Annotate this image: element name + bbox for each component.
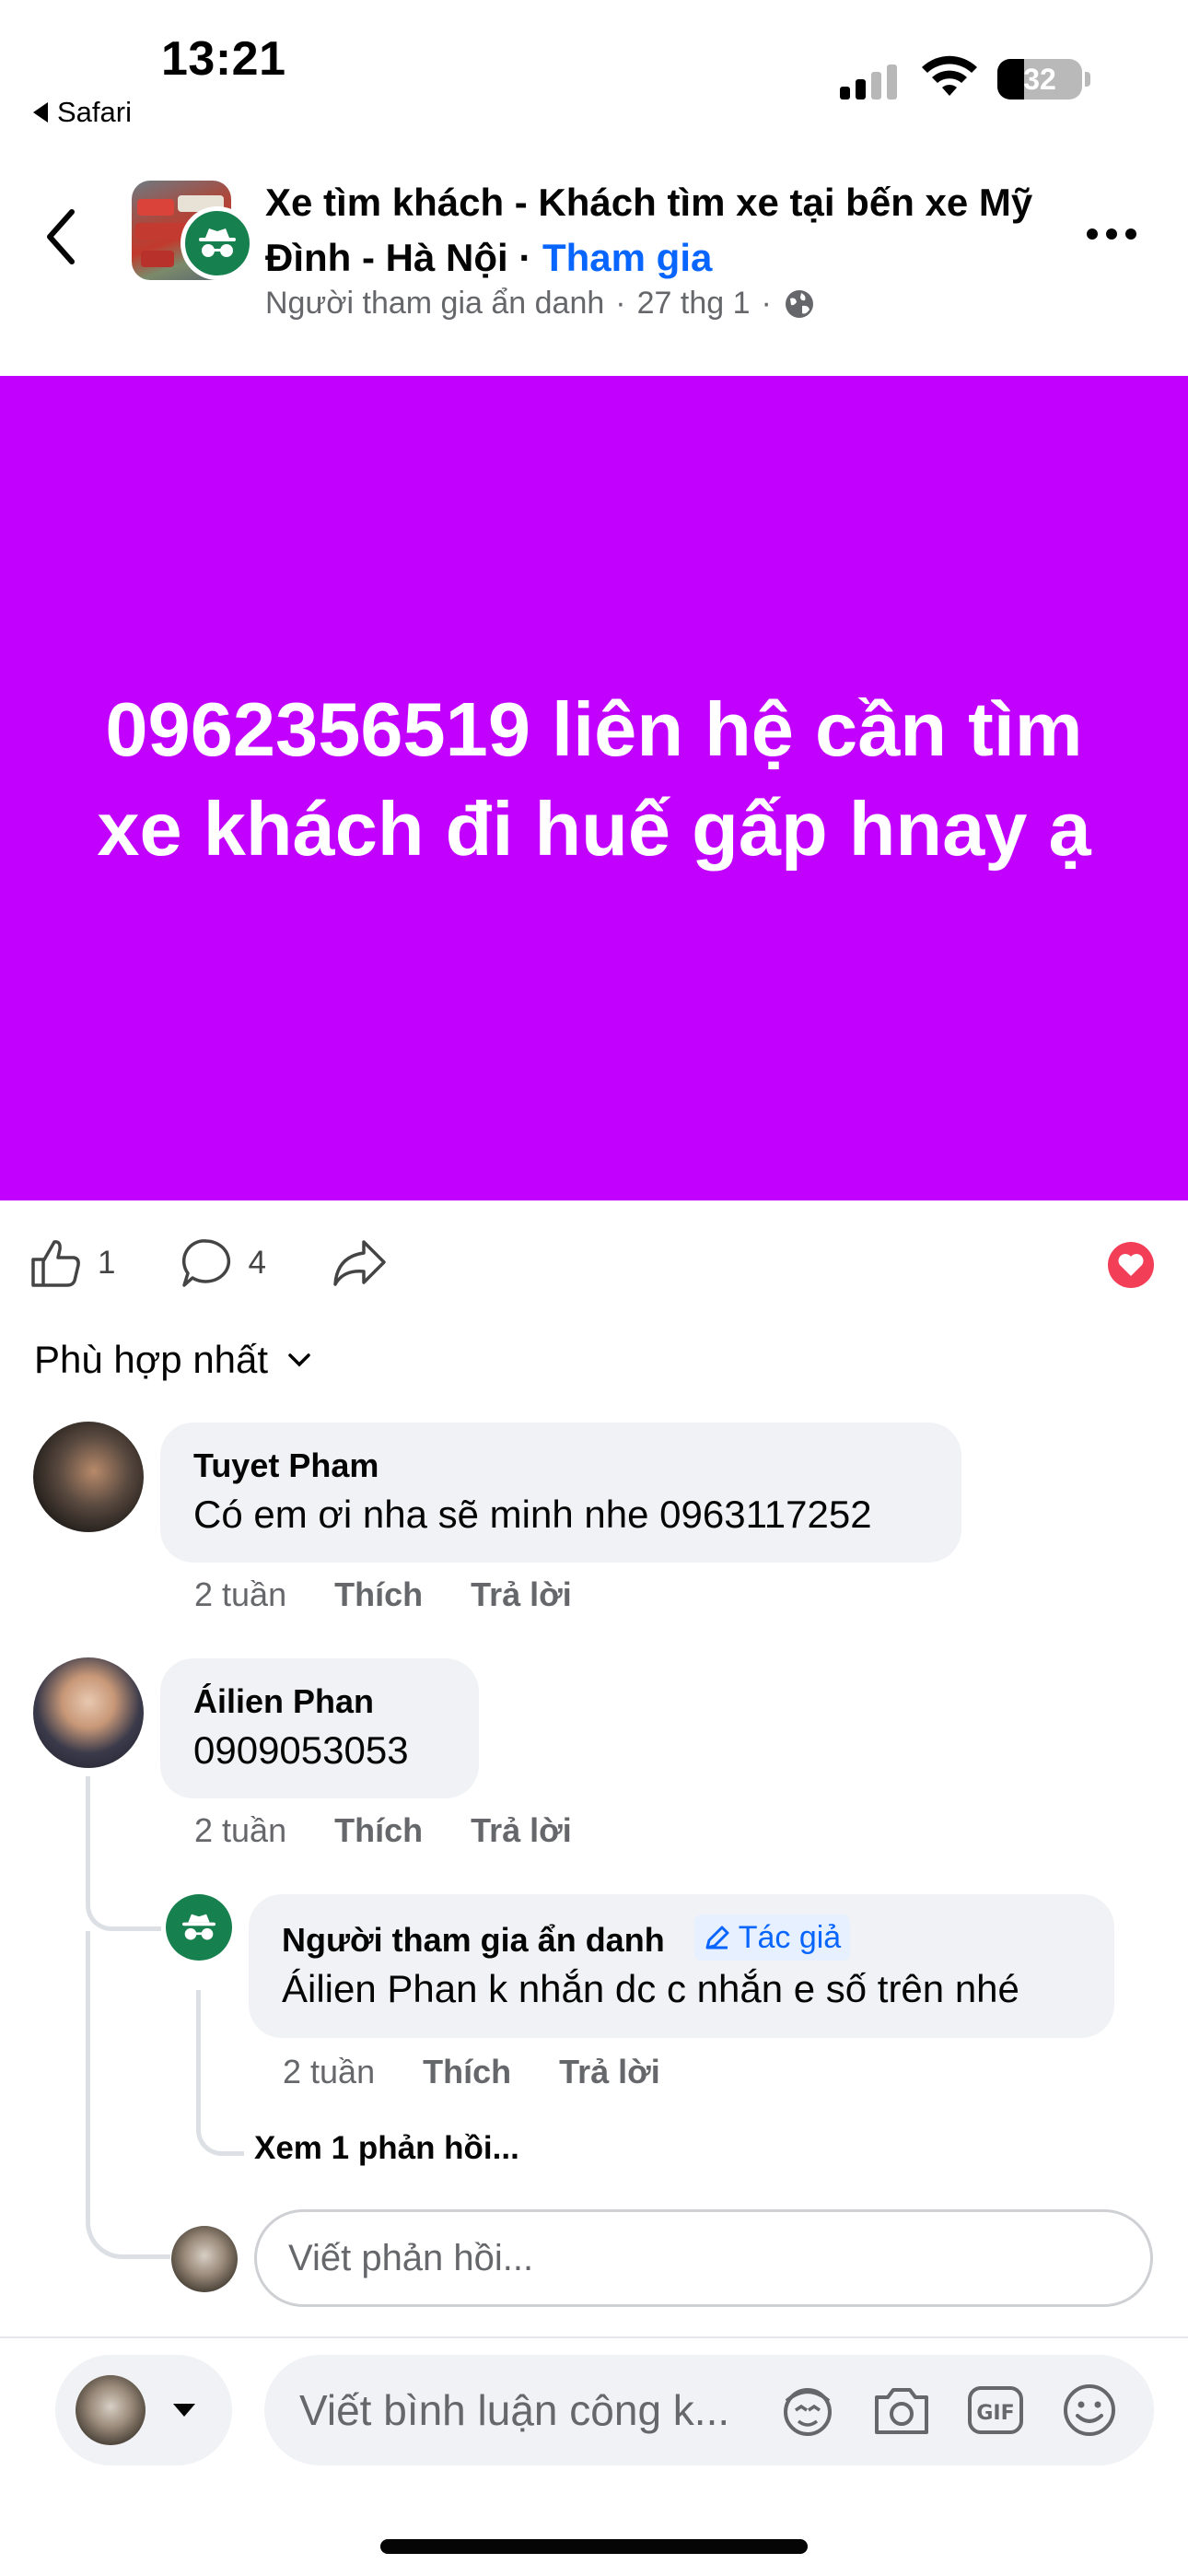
pencil-icon	[705, 1926, 729, 1950]
share-icon	[333, 1240, 386, 1286]
reply-author[interactable]: Người tham gia ẩn danh	[282, 1921, 665, 1959]
comment-icon	[182, 1239, 231, 1287]
thumbs-up-icon	[31, 1240, 80, 1287]
reply-reply-button[interactable]: Trả lời	[559, 2053, 660, 2091]
home-indicator	[380, 2539, 808, 2554]
comment-bubble: Tuyet Pham Có em ơi nha sẽ minh nhe 0963…	[160, 1423, 961, 1563]
view-more-replies[interactable]: Xem 1 phản hồi...	[254, 2130, 519, 2167]
reply-author-row: Người tham gia ẩn danh Tác giả	[282, 1914, 1081, 1963]
comment-count: 4	[248, 1245, 266, 1281]
cellular-signal-icon	[840, 63, 897, 100]
comment-text: 0909053053	[193, 1728, 409, 1772]
chevron-down-icon	[288, 1353, 310, 1367]
post-author[interactable]: Người tham gia ẩn danh	[265, 286, 604, 322]
reply-like-button[interactable]: Thích	[423, 2053, 511, 2091]
author-badge: Tác giả	[693, 1914, 851, 1961]
comment-time: 2 tuần	[194, 1575, 287, 1613]
comment-sort-dropdown[interactable]: Phù hợp nhất	[34, 1338, 312, 1382]
thread-connector	[196, 1990, 244, 2156]
avatar-sticker-icon[interactable]	[775, 2381, 840, 2440]
join-link[interactable]: Tham gia	[542, 236, 712, 279]
more-dots-icon[interactable]	[1087, 228, 1136, 240]
comment-like-button[interactable]: Thích	[334, 1811, 423, 1850]
like-count: 1	[98, 1245, 116, 1281]
comment-placeholder: Viết bình luận công k...	[299, 2386, 730, 2434]
meta-separator: ·	[615, 286, 626, 321]
incognito-icon[interactable]	[166, 1894, 232, 1961]
identity-switcher[interactable]	[55, 2355, 232, 2465]
battery-tip	[1085, 72, 1090, 87]
back-triangle-icon	[33, 102, 48, 123]
commenter-avatar[interactable]	[33, 1422, 144, 1532]
emoji-icon[interactable]	[1057, 2381, 1122, 2440]
reply-meta: 2 tuần Thích Trả lời	[283, 2053, 660, 2091]
commenter-avatar[interactable]	[33, 1657, 144, 1768]
commenter-name[interactable]: Áilien Phan	[193, 1679, 446, 1725]
svg-text:GIF: GIF	[976, 2402, 1014, 2425]
comment-meta: 2 tuần Thích Trả lời	[194, 1575, 572, 1614]
post-card: 0962356519 liên hệ cần tìm xe khách đi h…	[0, 376, 1188, 1200]
share-button[interactable]	[331, 1236, 388, 1290]
reply-text: Áilien Phan k nhắn dc c nhắn e số trên n…	[282, 1967, 1019, 2010]
back-app-label: Safari	[57, 96, 132, 128]
comment-like-button[interactable]: Thích	[334, 1575, 423, 1614]
gif-icon[interactable]: GIF	[963, 2381, 1028, 2440]
globe-icon	[785, 289, 813, 318]
comment-text: Có em ơi nha sẽ minh nhe 0963117252	[193, 1493, 872, 1536]
comment-reply-button[interactable]: Trả lời	[471, 1811, 572, 1850]
reply-placeholder: Viết phản hồi...	[288, 2237, 534, 2278]
action-bar: 1 4	[29, 1231, 452, 1295]
back-to-safari[interactable]: Safari	[33, 96, 132, 129]
reply-bubble: Người tham gia ẩn danh Tác giả Áilien Ph…	[249, 1894, 1114, 2038]
sort-label: Phù hợp nhất	[34, 1338, 269, 1381]
group-title[interactable]: Xe tìm khách - Khách tìm xe tại bến xe M…	[265, 175, 1057, 286]
thread-connector	[86, 1776, 161, 1931]
reply-input[interactable]: Viết phản hồi...	[254, 2209, 1153, 2307]
battery-icon: 32	[997, 59, 1082, 100]
comment-time: 2 tuần	[194, 1811, 287, 1849]
caret-down-icon	[173, 2404, 195, 2417]
title-separator: ·	[507, 236, 542, 279]
status-time: 13:21	[161, 32, 286, 86]
comment-button[interactable]: 4	[180, 1236, 266, 1290]
my-avatar	[76, 2375, 146, 2445]
battery-percent: 32	[1023, 62, 1056, 96]
my-avatar	[171, 2226, 238, 2292]
meta-separator: ·	[761, 286, 772, 321]
post-date[interactable]: 27 thg 1	[637, 286, 751, 322]
camera-icon[interactable]	[869, 2381, 934, 2440]
commenter-name[interactable]: Tuyet Pham	[193, 1443, 928, 1489]
comment-meta: 2 tuần Thích Trả lời	[194, 1811, 572, 1850]
author-badge-label: Tác giả	[738, 1920, 842, 1955]
like-button[interactable]: 1	[29, 1236, 115, 1290]
comment-reply-button[interactable]: Trả lời	[471, 1575, 572, 1614]
chevron-left-icon[interactable]	[41, 205, 87, 269]
divider	[0, 2336, 1188, 2338]
wifi-icon	[922, 55, 977, 96]
post-meta: Người tham gia ẩn danh · 27 thg 1 ·	[265, 286, 816, 322]
incognito-icon	[181, 206, 254, 280]
comment-bubble: Áilien Phan 0909053053	[160, 1658, 479, 1798]
reply-time: 2 tuần	[283, 2053, 376, 2090]
thread-connector	[86, 1931, 170, 2259]
post-text: 0962356519 liên hệ cần tìm xe khách đi h…	[97, 685, 1091, 872]
love-reaction-icon[interactable]	[1108, 1242, 1154, 1288]
